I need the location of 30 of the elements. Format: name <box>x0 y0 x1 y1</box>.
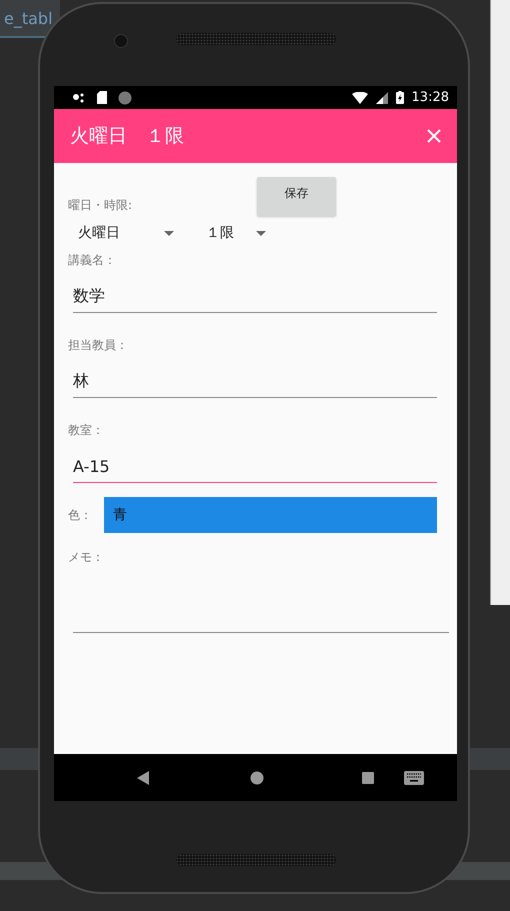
square-icon[interactable] <box>362 772 374 784</box>
signal-icon <box>376 92 388 104</box>
circle-icon <box>118 90 132 104</box>
field-label: 講義名： <box>68 252 116 269</box>
input-field[interactable]: A-15 <box>73 453 437 483</box>
dropdown[interactable]: 火曜日 <box>68 222 182 244</box>
keyboard-icon[interactable] <box>404 770 424 784</box>
dots-icon <box>72 92 86 104</box>
battery-icon <box>396 91 404 104</box>
field-label: 曜日・時限: <box>68 197 134 214</box>
caret-icon <box>164 230 174 236</box>
dropdown-value: １限 <box>206 224 234 242</box>
field-label: メモ： <box>68 549 104 566</box>
input-field[interactable]: 林 <box>73 368 437 398</box>
field-label: 色： <box>68 506 93 524</box>
caret-icon <box>256 230 266 236</box>
dropdown-value: 火曜日 <box>78 224 120 242</box>
field-label: 担当教員： <box>68 337 128 354</box>
color-selector[interactable]: 青 <box>104 497 437 533</box>
camera-lens <box>114 34 128 48</box>
save-button[interactable]: 保存 <box>257 177 336 216</box>
home-icon[interactable] <box>250 770 264 784</box>
field-label: 教室： <box>68 422 104 439</box>
dropdown[interactable]: １限 <box>198 222 274 244</box>
wifi-icon <box>352 92 368 104</box>
close-icon[interactable] <box>427 129 441 143</box>
app-bar-title: 火曜日 １限 <box>70 124 184 149</box>
status-time: 13:28 <box>412 90 449 105</box>
sd-card-icon <box>97 91 107 104</box>
input-field[interactable]: 数学 <box>73 283 437 313</box>
